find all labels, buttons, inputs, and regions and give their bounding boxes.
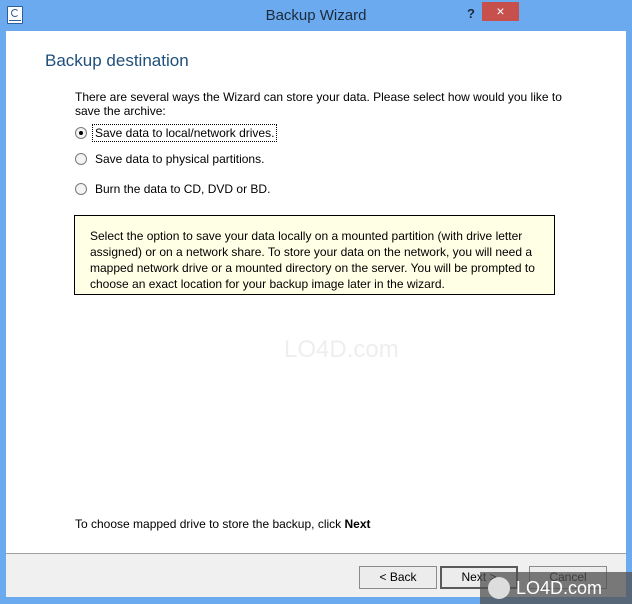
info-text: Select the option to save your data loca… bbox=[90, 229, 535, 291]
lo4d-logo-icon bbox=[488, 577, 510, 599]
option-local-network[interactable]: Save data to local/network drives. bbox=[75, 124, 278, 142]
radio-icon[interactable] bbox=[75, 153, 87, 165]
option-physical-partitions[interactable]: Save data to physical partitions. bbox=[75, 151, 266, 167]
page-title: Backup destination bbox=[45, 51, 189, 70]
option-label[interactable]: Save data to local/network drives. bbox=[91, 124, 278, 142]
info-box: Select the option to save your data loca… bbox=[74, 215, 555, 295]
hint-prefix: To choose mapped drive to store the back… bbox=[75, 517, 345, 531]
option-label[interactable]: Burn the data to CD, DVD or BD. bbox=[93, 181, 272, 197]
hint-bold: Next bbox=[344, 517, 371, 531]
hint-text: To choose mapped drive to store the back… bbox=[75, 517, 371, 531]
option-label[interactable]: Save data to physical partitions. bbox=[93, 151, 266, 167]
title-bar: Backup Wizard ? × bbox=[0, 0, 632, 31]
close-button[interactable]: × bbox=[482, 2, 519, 21]
watermark: LO4D.com bbox=[284, 336, 399, 363]
watermark-badge: LO4D.com bbox=[480, 572, 632, 604]
radio-icon[interactable] bbox=[75, 183, 87, 195]
window-title: Backup Wizard bbox=[265, 7, 367, 24]
back-button[interactable]: < Back bbox=[359, 566, 437, 589]
watermark-badge-text: LO4D.com bbox=[516, 577, 603, 598]
radio-selected-icon[interactable] bbox=[75, 127, 87, 139]
option-burn-disc[interactable]: Burn the data to CD, DVD or BD. bbox=[75, 181, 272, 197]
wizard-body: Backup destination There are several way… bbox=[6, 31, 626, 597]
intro-text: There are several ways the Wizard can st… bbox=[75, 90, 562, 118]
help-button[interactable]: ? bbox=[462, 4, 480, 24]
